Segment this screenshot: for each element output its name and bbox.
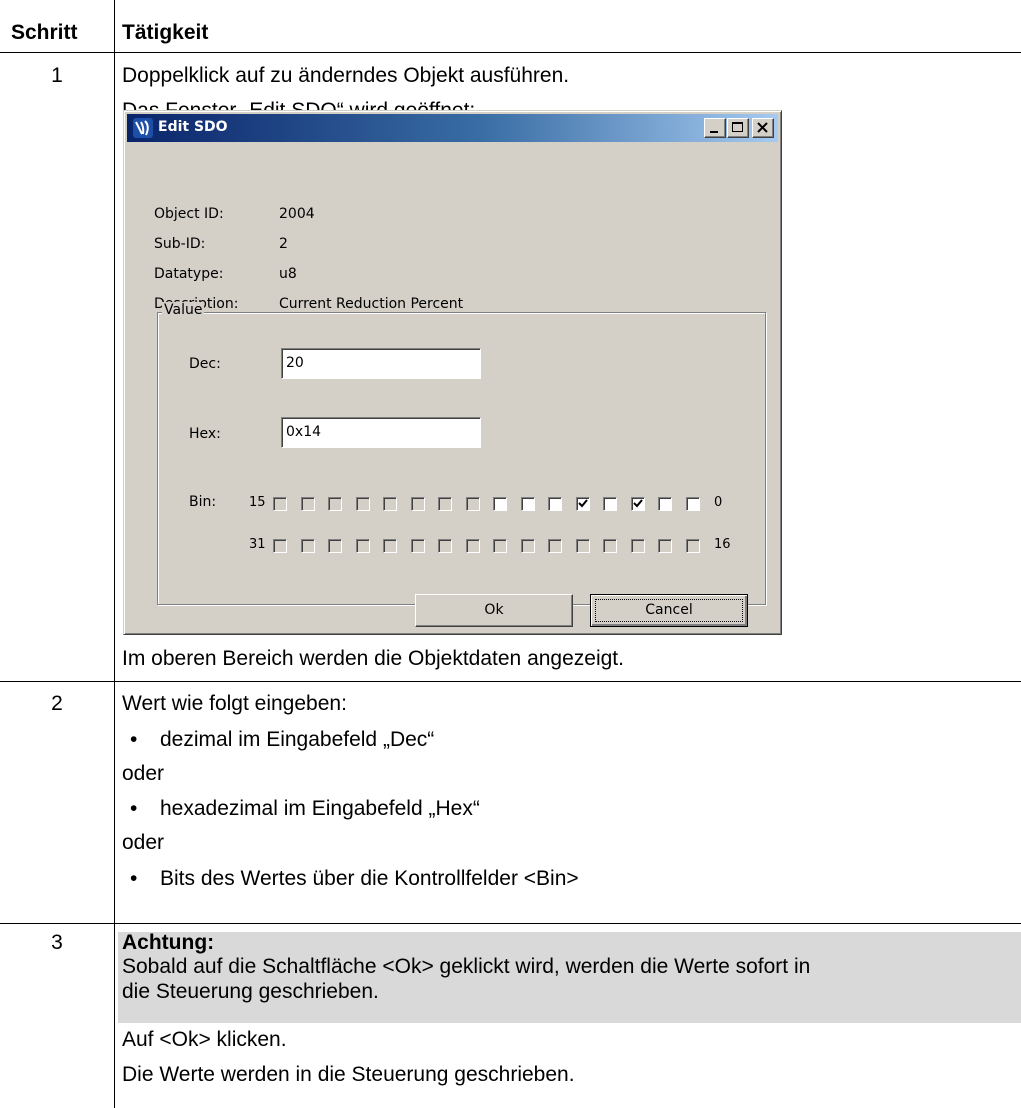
- bin-bit-high-checkbox[interactable]: [658, 539, 672, 553]
- hex-label: Hex:: [189, 426, 221, 442]
- header-activity: Tätigkeit: [122, 21, 209, 44]
- checkmark-icon: [577, 499, 588, 508]
- step-number: 1: [51, 64, 63, 87]
- bin-bit-high-checkbox[interactable]: [438, 539, 452, 553]
- bin-bit-low-checkbox[interactable]: [548, 497, 562, 511]
- close-icon: [757, 122, 768, 133]
- warning-title: Achtung:: [122, 931, 215, 954]
- maximize-icon: [732, 122, 743, 132]
- step-text: Im oberen Bereich werden die Objektdaten…: [122, 647, 624, 670]
- minimize-icon: [710, 131, 718, 133]
- bin-bit-high-checkbox[interactable]: [410, 539, 425, 553]
- bin-bit-high-checkbox[interactable]: [548, 539, 562, 553]
- step-text: Doppelklick auf zu änderndes Objekt ausf…: [122, 64, 570, 87]
- bin-bit-low-checkbox[interactable]: [410, 497, 425, 511]
- bin-bit-high-checkbox[interactable]: [520, 539, 535, 553]
- list-item: hexadezimal im Eingabefeld „Hex“: [160, 797, 480, 820]
- bin-bit-low-checkbox[interactable]: [575, 497, 590, 511]
- bullet-icon: •: [130, 728, 138, 751]
- app-logo-icon: [133, 118, 153, 138]
- maximize-button[interactable]: [727, 118, 749, 138]
- minimize-button[interactable]: [704, 118, 726, 138]
- focus-rectangle: [595, 599, 743, 622]
- cancel-button[interactable]: Cancel: [590, 594, 748, 627]
- ok-button[interactable]: Ok: [415, 594, 573, 627]
- bin-row1-end-label: 0: [714, 495, 723, 510]
- close-button[interactable]: [752, 118, 774, 138]
- step-text: oder: [122, 831, 165, 854]
- value-group-label: Value: [162, 302, 205, 318]
- bin-bit-low-checkbox[interactable]: [273, 497, 287, 511]
- bin-bit-high-checkbox[interactable]: [685, 539, 700, 553]
- bin-bit-high-checkbox[interactable]: [603, 539, 617, 553]
- step-text: Auf <Ok> klicken.: [122, 1028, 287, 1051]
- bin-bit-low-checkbox[interactable]: [465, 497, 480, 511]
- description-value: Current Reduction Percent: [279, 296, 464, 312]
- bin-bit-high-checkbox[interactable]: [630, 539, 645, 553]
- datatype-value: u8: [279, 266, 297, 282]
- step-number: 2: [51, 692, 63, 715]
- list-item: dezimal im Eingabefeld „Dec“: [160, 728, 435, 751]
- step-text: Die Werte werden in die Steuerung geschr…: [122, 1063, 575, 1086]
- bin-bit-high-checkbox[interactable]: [465, 539, 480, 553]
- dialog-titlebar[interactable]: Edit SDO: [127, 114, 778, 142]
- object-id-value: 2004: [279, 206, 315, 222]
- bin-bit-low-checkbox[interactable]: [300, 497, 315, 511]
- sub-id-value: 2: [279, 236, 288, 252]
- datatype-label: Datatype:: [154, 266, 224, 282]
- bin-bit-low-checkbox[interactable]: [630, 497, 645, 511]
- header-step: Schritt: [11, 21, 78, 44]
- bin-bit-high-checkbox[interactable]: [273, 539, 287, 553]
- object-id-label: Object ID:: [154, 206, 224, 222]
- bullet-icon: •: [130, 797, 138, 820]
- list-item: Bits des Wertes über die Kontrollfelder …: [160, 867, 579, 890]
- edit-sdo-dialog: Edit SDO Object ID: 2004 Sub-ID: 2 Datat…: [123, 110, 782, 635]
- step-number: 3: [51, 931, 63, 954]
- bin-bit-high-checkbox[interactable]: [383, 539, 397, 553]
- table-header-divider: [0, 52, 1021, 53]
- bin-label: Bin:: [189, 494, 217, 510]
- warning-text: Sobald auf die Schaltfläche <Ok> geklick…: [122, 955, 811, 978]
- step-text: oder: [122, 762, 165, 785]
- step-text: Wert wie folgt eingeben:: [122, 692, 347, 715]
- bullet-icon: •: [130, 867, 138, 890]
- bin-bit-low-checkbox[interactable]: [493, 497, 507, 511]
- dialog-title: Edit SDO: [158, 119, 228, 135]
- bin-bit-low-checkbox[interactable]: [685, 497, 700, 511]
- bin-bit-low-checkbox[interactable]: [355, 497, 370, 511]
- table-column-divider: [114, 0, 115, 1108]
- bin-bit-high-checkbox[interactable]: [300, 539, 315, 553]
- dec-label: Dec:: [189, 356, 221, 372]
- bin-bit-high-checkbox[interactable]: [328, 539, 342, 553]
- bin-row1-start-label: 15: [249, 495, 266, 510]
- bin-bit-low-checkbox[interactable]: [383, 497, 397, 511]
- bin-bit-low-checkbox[interactable]: [520, 497, 535, 511]
- bin-row2-start-label: 31: [249, 537, 266, 552]
- checkmark-icon: [632, 499, 643, 508]
- bin-bit-high-checkbox[interactable]: [493, 539, 507, 553]
- bin-bit-low-checkbox[interactable]: [328, 497, 342, 511]
- bin-bit-low-checkbox[interactable]: [603, 497, 617, 511]
- bin-bit-high-checkbox[interactable]: [575, 539, 590, 553]
- warning-text: die Steuerung geschrieben.: [122, 980, 379, 1003]
- table-row-divider: [0, 681, 1021, 682]
- dec-input[interactable]: 20: [281, 348, 481, 379]
- bin-bit-low-checkbox[interactable]: [658, 497, 672, 511]
- table-row-divider: [0, 923, 1021, 924]
- hex-input[interactable]: 0x14: [281, 417, 481, 448]
- sub-id-label: Sub-ID:: [154, 236, 206, 252]
- bin-bit-high-checkbox[interactable]: [355, 539, 370, 553]
- bin-bit-low-checkbox[interactable]: [438, 497, 452, 511]
- bin-row2-end-label: 16: [714, 537, 731, 552]
